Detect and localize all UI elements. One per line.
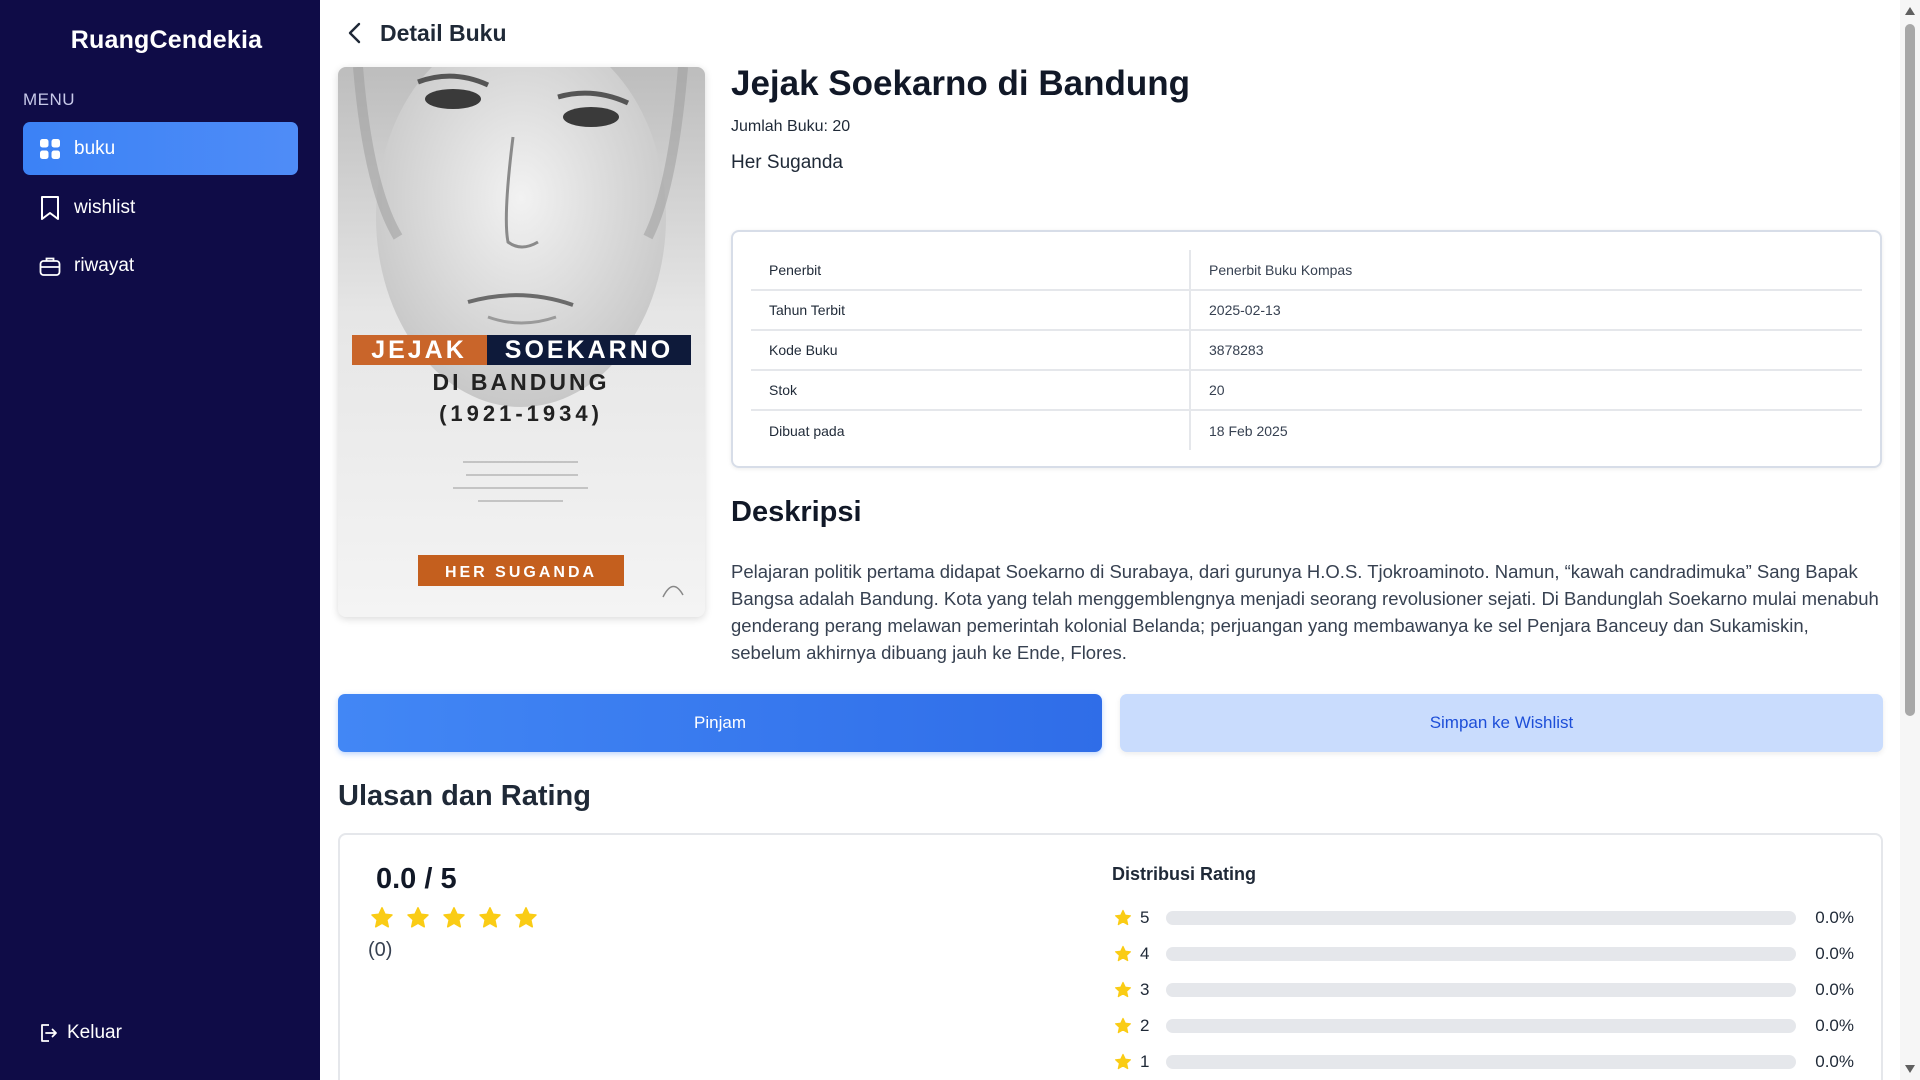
rating-stars: [370, 906, 538, 930]
table-row: Stok 20: [751, 370, 1862, 411]
sidebar-item-buku[interactable]: buku: [23, 122, 298, 175]
brand-logo[interactable]: RuangCendekia: [0, 26, 333, 55]
sidebar-item-label: wishlist: [74, 196, 136, 218]
page-title: Detail Buku: [380, 19, 507, 46]
rating-percent: 0.0%: [1815, 980, 1854, 999]
rating-score: 0.0 / 5: [376, 863, 457, 895]
detail-value: 3878283: [1190, 330, 1862, 371]
rating-bar: [1166, 947, 1796, 961]
book-title: Jejak Soekarno di Bandung: [731, 64, 1190, 103]
rating-star-value: 1: [1140, 1052, 1150, 1071]
detail-value: 20: [1190, 370, 1862, 411]
page-scrollbar[interactable]: [1900, 0, 1920, 1080]
star-icon: [1114, 1053, 1132, 1070]
detail-label: Dibuat pada: [751, 410, 1191, 450]
description-title: Deskripsi: [731, 496, 862, 528]
grid-icon: [38, 137, 62, 161]
rating-star-value: 3: [1140, 980, 1150, 999]
star-icon: [1114, 909, 1132, 926]
detail-label: Kode Buku: [751, 330, 1191, 371]
rating-bar: [1166, 911, 1796, 925]
review-count: (0): [368, 939, 393, 961]
table-row: Kode Buku 3878283: [751, 330, 1862, 371]
rating-distribution-row: 4 0.0%: [1114, 942, 1854, 966]
sidebar-item-label: buku: [74, 137, 116, 159]
rating-bar: [1166, 983, 1796, 997]
rating-percent: 0.0%: [1815, 908, 1854, 927]
detail-value: Penerbit Buku Kompas: [1190, 250, 1862, 291]
rating-star-value: 5: [1140, 908, 1150, 927]
rating-distribution-row: 1 0.0%: [1114, 1050, 1854, 1074]
reviews-card: 0.0 / 5 (0) Distribusi Rating 5 0.0% 4 0…: [338, 833, 1883, 1080]
description-text: Pelajaran politik pertama didapat Soekar…: [731, 561, 1879, 663]
table-row: Penerbit Penerbit Buku Kompas: [751, 250, 1862, 291]
borrow-button[interactable]: Pinjam: [338, 694, 1102, 752]
cover-title-1a: JEJAK: [371, 336, 467, 364]
rating-percent: 0.0%: [1815, 1016, 1854, 1035]
cover-title-3: (1921-1934): [439, 401, 603, 426]
table-row: Dibuat pada 18 Feb 2025: [751, 410, 1862, 450]
star-icon: [371, 907, 393, 928]
detail-label: Penerbit: [751, 250, 1191, 291]
star-icon: [443, 907, 465, 928]
star-icon: [515, 907, 537, 928]
main-content: Detail Buku JEJAK SOEKARNO DI BANDUNG (1…: [320, 0, 1900, 1080]
sidebar: RuangCendekia MENU buku wishlist riwayat…: [0, 0, 320, 1080]
star-icon: [407, 907, 429, 928]
rating-distribution-row: 3 0.0%: [1114, 978, 1854, 1002]
rating-star-value: 4: [1140, 944, 1150, 963]
detail-value: 18 Feb 2025: [1209, 422, 1288, 439]
rating-percent: 0.0%: [1815, 944, 1854, 963]
sidebar-item-riwayat[interactable]: riwayat: [23, 239, 298, 292]
sidebar-item-wishlist[interactable]: wishlist: [23, 181, 298, 234]
add-to-wishlist-button[interactable]: Simpan ke Wishlist: [1120, 694, 1883, 752]
logout-button[interactable]: Keluar: [37, 1022, 122, 1044]
briefcase-icon: [38, 254, 62, 278]
scroll-down-arrow-icon[interactable]: [1904, 1064, 1916, 1074]
rating-percent: 0.0%: [1815, 1052, 1854, 1071]
table-row: Tahun Terbit 2025-02-13: [751, 290, 1862, 331]
rating-bar: [1166, 1055, 1796, 1069]
detail-value: 2025-02-13: [1190, 290, 1862, 331]
menu-label: MENU: [23, 90, 76, 109]
rating-distribution-title: Distribusi Rating: [1112, 864, 1257, 884]
logout-icon: [37, 1022, 59, 1044]
detail-label: Tahun Terbit: [751, 290, 1191, 331]
cover-title-1b: SOEKARNO: [505, 336, 673, 364]
book-details-card: Penerbit Penerbit Buku Kompas Tahun Terbi…: [731, 230, 1882, 468]
cover-title-2: DI BANDUNG: [433, 369, 610, 395]
back-button[interactable]: [340, 18, 370, 48]
detail-label: Stok: [751, 370, 1191, 411]
book-details-table: Penerbit Penerbit Buku Kompas Tahun Terbi…: [751, 250, 1862, 450]
scrollbar-thumb[interactable]: [1905, 24, 1915, 716]
star-icon: [1114, 945, 1132, 962]
reviews-title: Ulasan dan Rating: [338, 780, 591, 812]
sidebar-item-label: riwayat: [74, 254, 135, 276]
star-icon: [1114, 1017, 1132, 1034]
book-author: Her Suganda: [731, 152, 843, 173]
rating-bar: [1166, 1019, 1796, 1033]
rating-distribution-row: 2 0.0%: [1114, 1014, 1854, 1038]
cover-author-badge: HER SUGANDA: [445, 564, 597, 581]
star-icon: [1114, 981, 1132, 998]
bookmark-icon: [38, 195, 62, 220]
star-icon: [479, 907, 501, 928]
scroll-up-arrow-icon[interactable]: [1904, 6, 1916, 16]
book-count: Jumlah Buku: 20: [731, 118, 851, 135]
rating-distribution-row: 5 0.0%: [1114, 906, 1854, 930]
rating-star-value: 2: [1140, 1016, 1150, 1035]
page-header: Detail Buku: [340, 18, 507, 48]
logout-label: Keluar: [67, 1022, 122, 1043]
chevron-left-icon: [348, 22, 361, 44]
book-cover: JEJAK SOEKARNO DI BANDUNG (1921-1934) HE…: [338, 67, 705, 617]
